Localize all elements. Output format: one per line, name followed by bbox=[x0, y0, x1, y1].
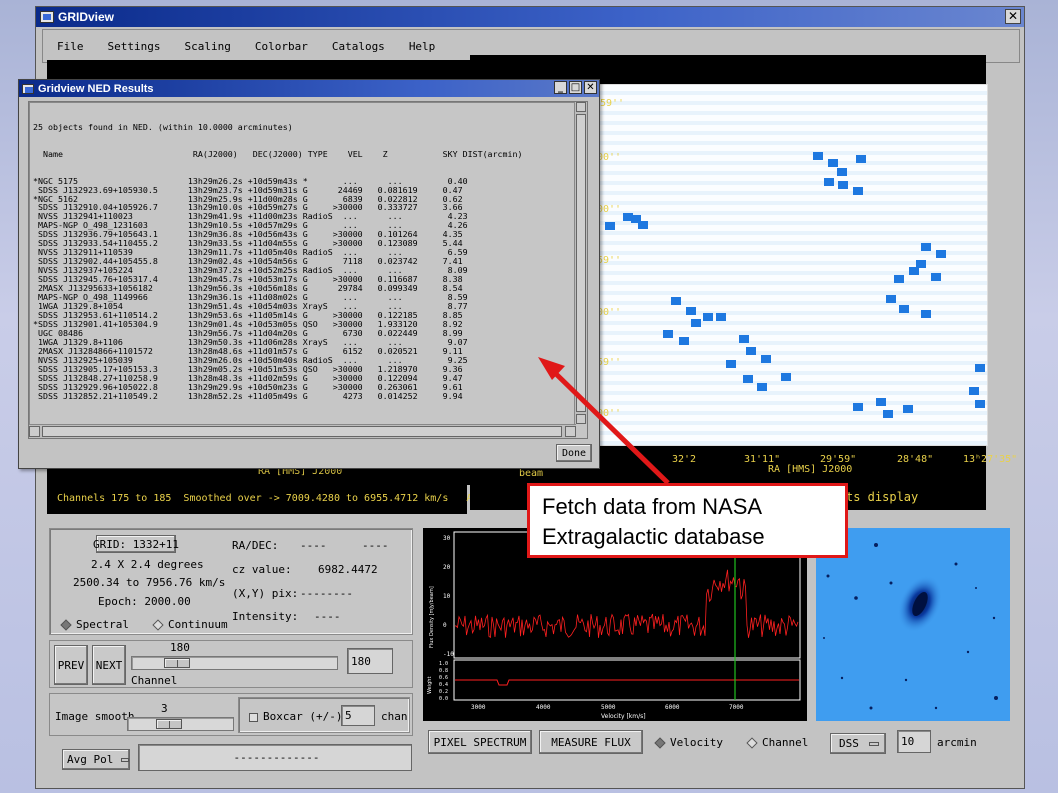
annotation-callout: Fetch data from NASA Extragalactic datab… bbox=[527, 483, 848, 558]
callout-line-1: Fetch data from NASA bbox=[542, 494, 763, 519]
callout-line-2: Extragalactic database bbox=[542, 524, 765, 549]
callout-arrow bbox=[538, 357, 670, 485]
